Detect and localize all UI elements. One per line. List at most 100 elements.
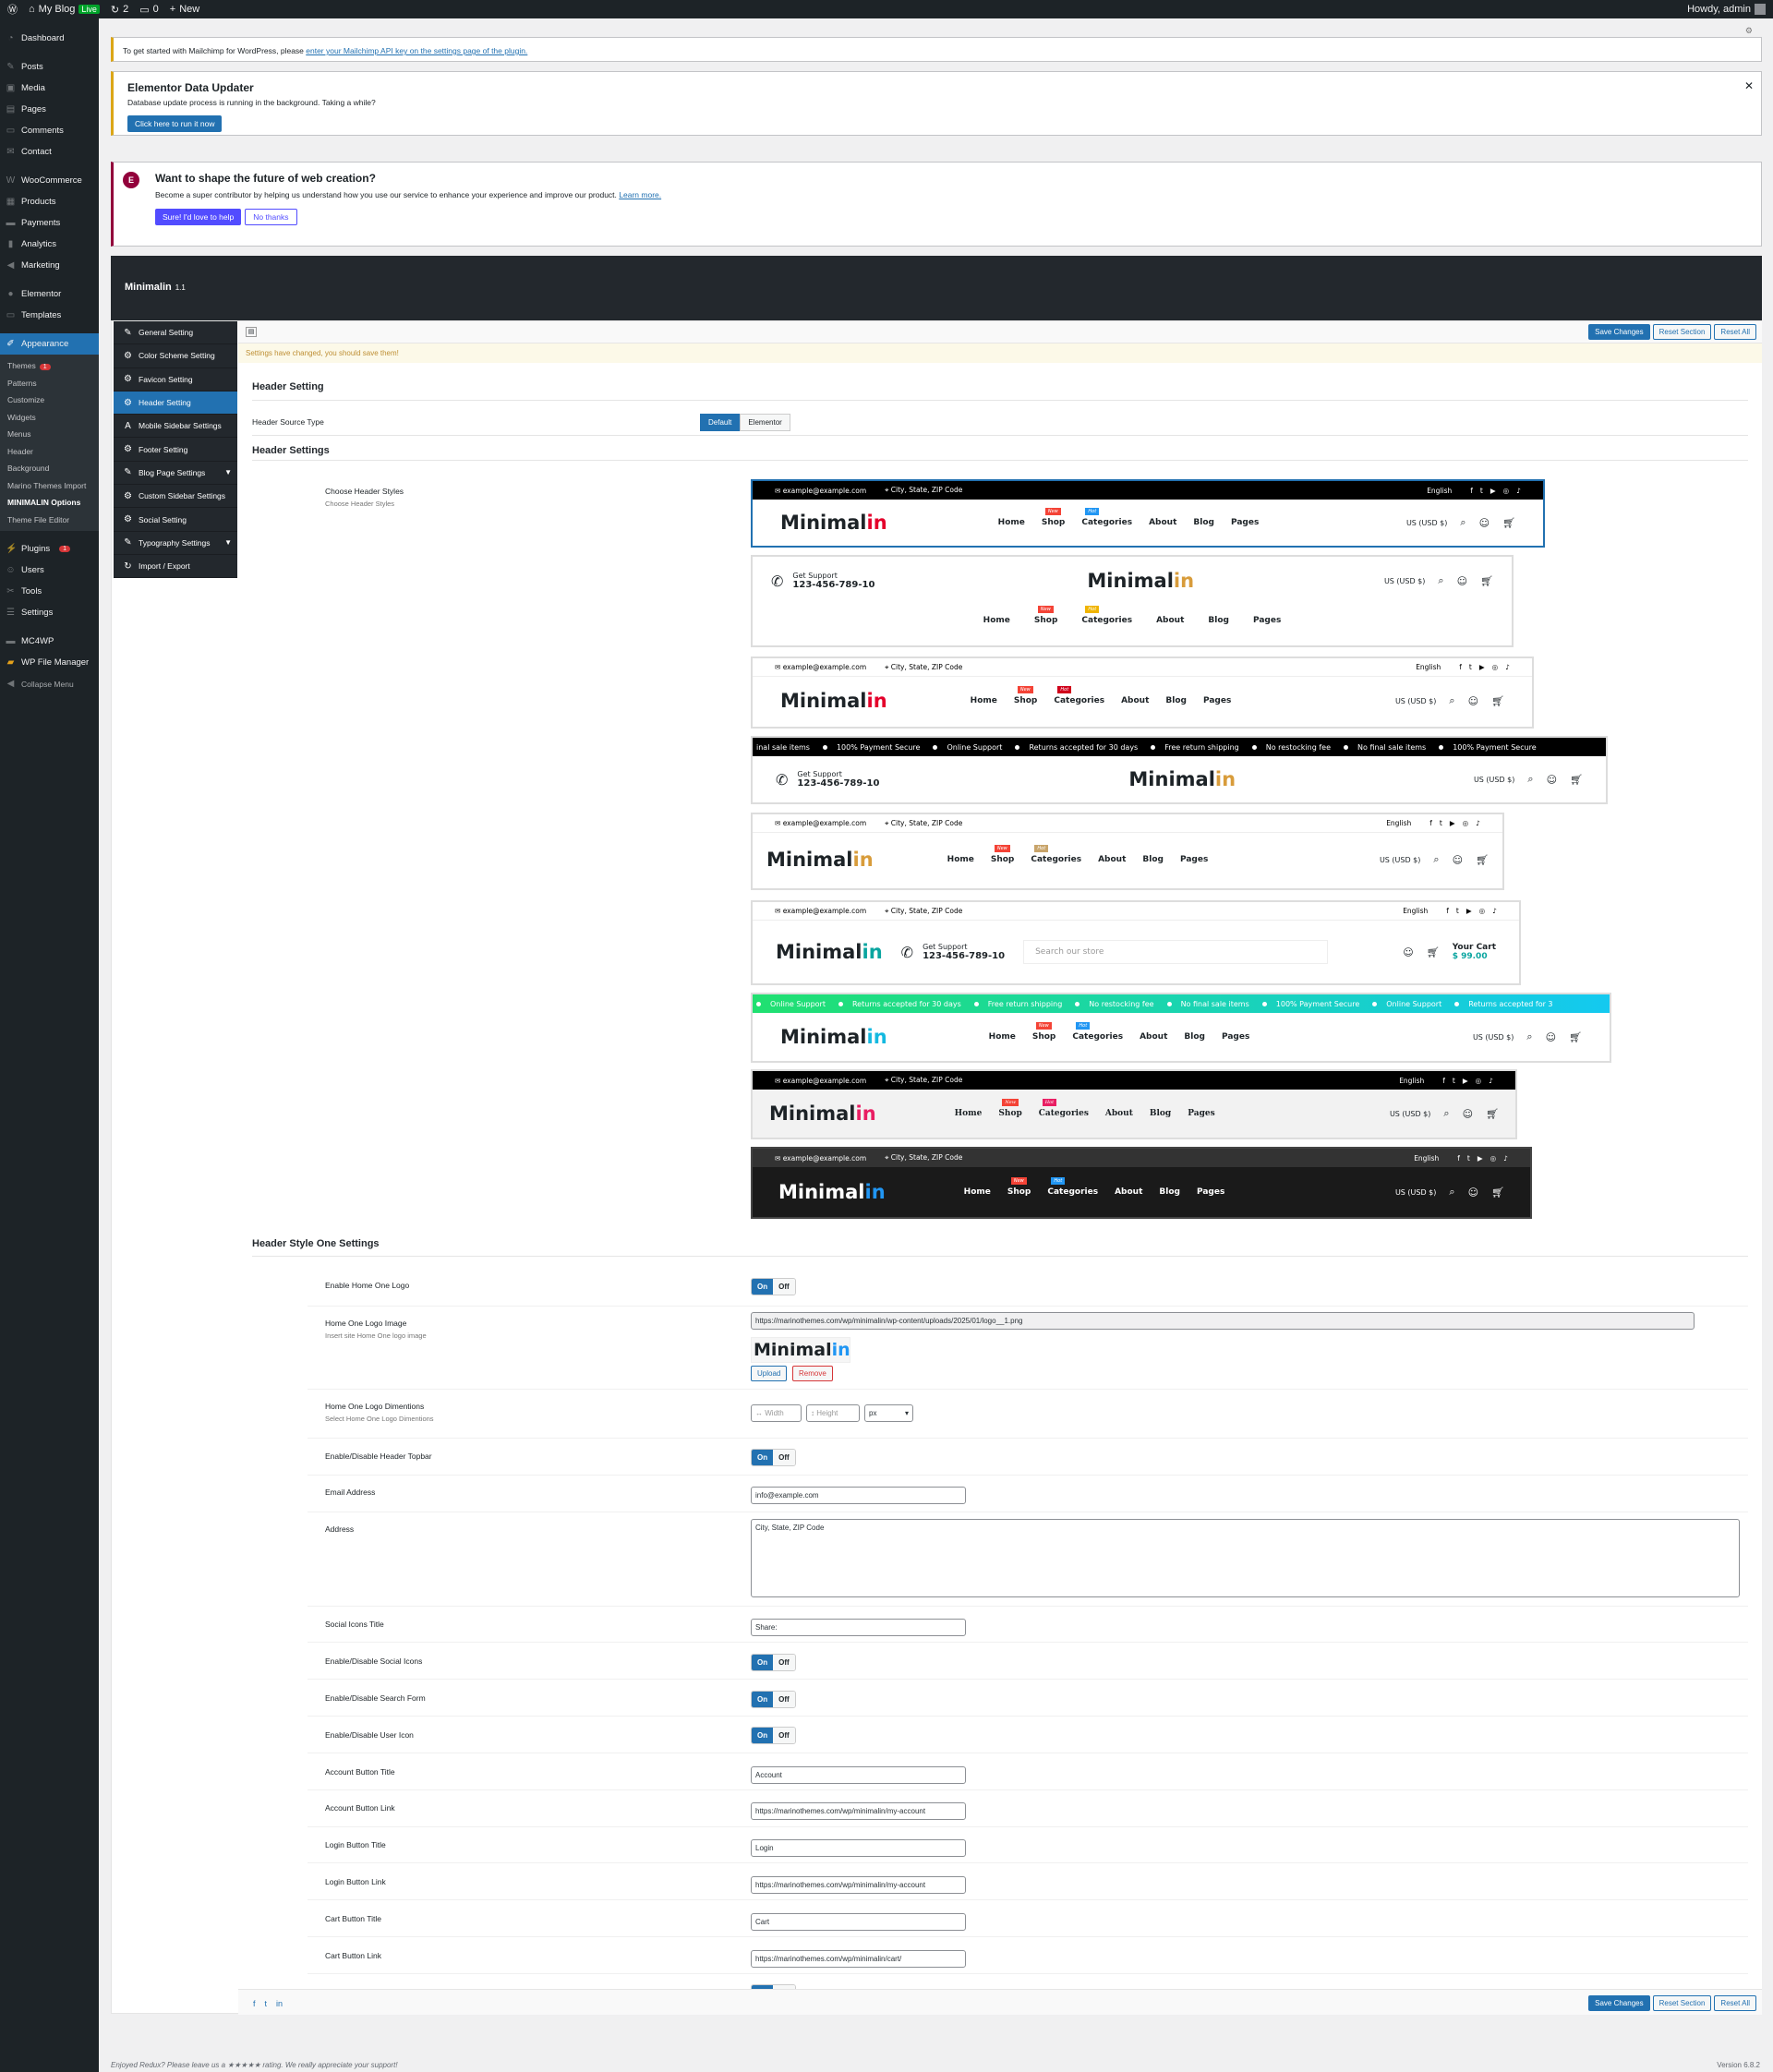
learn-more-link[interactable]: Learn more. <box>619 190 661 199</box>
search-form-toggle[interactable]: On Off <box>751 1691 796 1708</box>
option-elementor[interactable]: Elementor <box>740 414 790 431</box>
header-style-7[interactable]: Online Support Returns accepted for 30 da… <box>751 993 1611 1063</box>
address-textarea[interactable]: City, State, ZIP Code <box>751 1519 1740 1597</box>
menu-elementor[interactable]: ● Elementor <box>0 283 99 305</box>
expand-options-icon[interactable]: ▤ <box>246 327 257 337</box>
account-menu[interactable]: Howdy, admin <box>1687 4 1766 15</box>
menu-settings[interactable]: ☰ Settings <box>0 602 99 623</box>
header-style-5[interactable]: ✉ example@example.com ⌖ City, State, ZIP … <box>751 813 1504 890</box>
nav-mobile-sidebar[interactable]: A Mobile Sidebar Settings <box>114 415 237 439</box>
nav-footer-setting[interactable]: ⚙ Footer Setting <box>114 438 237 462</box>
run-updater-button[interactable]: Click here to run it now <box>127 115 223 132</box>
toggle-on[interactable]: On <box>752 1655 774 1670</box>
upload-button[interactable]: Upload <box>751 1366 788 1381</box>
submenu-marino-import[interactable]: Marino Themes Import <box>0 477 99 495</box>
login-link-input[interactable]: https://marinothemes.com/wp/minimalin/my… <box>751 1876 966 1894</box>
optin-yes-button[interactable]: Sure! I'd love to help <box>155 209 242 225</box>
menu-templates[interactable]: ▭ Templates <box>0 305 99 326</box>
header-style-8[interactable]: ✉ example@example.com ⌖ City, State, ZIP … <box>751 1069 1517 1139</box>
menu-analytics[interactable]: ▮ Analytics <box>0 234 99 255</box>
nav-general-setting[interactable]: ✎ General Setting <box>114 321 237 345</box>
screen-options-icon[interactable]: ⚙ <box>1745 26 1753 36</box>
login-title-input[interactable]: Login <box>751 1839 966 1857</box>
wp-logo-icon[interactable]: Ⓦ <box>7 2 18 17</box>
menu-wp-file-manager[interactable]: ▰ WP File Manager <box>0 652 99 673</box>
reset-section-button[interactable]: Reset Section <box>1652 324 1712 340</box>
header-style-2[interactable]: ✆ Get Support 123-456-789-10 Minimalin US… <box>751 555 1514 647</box>
nav-favicon[interactable]: ⚙ Favicon Setting <box>114 368 237 392</box>
menu-marketing[interactable]: ◀ Marketing <box>0 255 99 276</box>
nav-import-export[interactable]: ↻ Import / Export <box>114 555 237 579</box>
menu-products[interactable]: ▦ Products <box>0 191 99 212</box>
menu-pages[interactable]: ▤ Pages <box>0 99 99 120</box>
menu-users[interactable]: ☺ Users <box>0 560 99 581</box>
header-style-6[interactable]: ✉ example@example.com ⌖ City, State, ZIP … <box>751 900 1521 985</box>
save-changes-button[interactable]: Save Changes <box>1588 324 1650 340</box>
menu-payments[interactable]: ▬ Payments <box>0 212 99 234</box>
menu-posts[interactable]: ✎ Posts <box>0 56 99 78</box>
menu-media[interactable]: ▣ Media <box>0 78 99 99</box>
topbar-toggle[interactable]: On Off <box>751 1449 796 1466</box>
cart-link-input[interactable]: https://marinothemes.com/wp/minimalin/ca… <box>751 1950 966 1968</box>
submenu-themes[interactable]: Themes 1 <box>0 357 99 375</box>
menu-appearance[interactable]: ✐ Appearance <box>0 333 99 355</box>
toggle-off[interactable]: Off <box>773 1692 795 1707</box>
submenu-patterns[interactable]: Patterns <box>0 375 99 392</box>
cart-title-input[interactable]: Cart <box>751 1913 966 1931</box>
logo-height-input[interactable]: ↕ Height <box>806 1404 860 1422</box>
submenu-header[interactable]: Header <box>0 443 99 461</box>
mailchimp-settings-link[interactable]: enter your Mailchimp API key on the sett… <box>306 46 527 55</box>
twitter-icon[interactable]: t <box>265 1999 268 2008</box>
save-changes-button[interactable]: Save Changes <box>1588 1995 1650 2011</box>
submenu-widgets[interactable]: Widgets <box>0 409 99 427</box>
menu-mc4wp[interactable]: ▬ MC4WP <box>0 631 99 652</box>
menu-tools[interactable]: ✂ Tools <box>0 581 99 602</box>
toggle-on[interactable]: On <box>752 1728 774 1743</box>
submenu-minimalin-options[interactable]: MINIMALIN Options <box>0 494 99 512</box>
submenu-menus[interactable]: Menus <box>0 426 99 443</box>
toggle-on[interactable]: On <box>752 1692 774 1707</box>
user-icon-toggle[interactable]: On Off <box>751 1727 796 1744</box>
email-input[interactable]: info@example.com <box>751 1487 966 1504</box>
linkedin-icon[interactable]: in <box>276 1999 283 2008</box>
header-style-4[interactable]: inal sale items 100% Payment Secure Online… <box>751 736 1608 804</box>
submenu-background[interactable]: Background <box>0 460 99 477</box>
option-default[interactable]: Default <box>700 414 741 431</box>
toggle-off[interactable]: Off <box>773 1655 795 1670</box>
menu-plugins[interactable]: ⚡ Plugins 1 <box>0 538 99 560</box>
optin-no-button[interactable]: No thanks <box>245 209 297 225</box>
toggle-off[interactable]: Off <box>773 1279 795 1295</box>
remove-button[interactable]: Remove <box>792 1366 833 1381</box>
menu-dashboard[interactable]: ◔ Dashboard <box>0 28 99 49</box>
nav-blog-page[interactable]: ✎ Blog Page Settings ▼ <box>114 462 237 486</box>
menu-woocommerce[interactable]: W WooCommerce <box>0 170 99 191</box>
social-icons-toggle[interactable]: On Off <box>751 1654 796 1671</box>
reset-all-button[interactable]: Reset All <box>1714 324 1756 340</box>
submenu-theme-file-editor[interactable]: Theme File Editor <box>0 512 99 529</box>
logo-width-input[interactable]: ↔ Width <box>751 1404 802 1422</box>
close-icon[interactable]: ✕ <box>1744 79 1754 92</box>
social-title-input[interactable]: Share: <box>751 1619 966 1636</box>
account-title-input[interactable]: Account <box>751 1766 966 1784</box>
toggle-on[interactable]: On <box>752 1450 774 1465</box>
updates-link[interactable]: ↻ 2 <box>111 4 128 16</box>
account-link-input[interactable]: https://marinothemes.com/wp/minimalin/my… <box>751 1802 966 1820</box>
menu-comments[interactable]: ▭ Comments <box>0 120 99 141</box>
facebook-icon[interactable]: f <box>253 1999 256 2008</box>
logo-url-input[interactable]: https://marinothemes.com/wp/minimalin/wp… <box>751 1312 1695 1330</box>
nav-header-setting[interactable]: ⚙ Header Setting <box>114 391 237 416</box>
toggle-off[interactable]: Off <box>773 1728 795 1743</box>
site-name[interactable]: ⌂ My Blog Live <box>29 4 100 15</box>
header-style-1[interactable]: ✉ example@example.com ⌖ City, State, ZIP … <box>751 479 1545 548</box>
new-link[interactable]: + New <box>170 4 199 15</box>
header-style-9[interactable]: ✉ example@example.com ⌖ City, State, ZIP … <box>751 1147 1532 1219</box>
reset-all-button[interactable]: Reset All <box>1714 1995 1756 2011</box>
logo-unit-select[interactable]: px ▾ <box>864 1404 913 1422</box>
nav-social[interactable]: ⚙ Social Setting <box>114 508 237 532</box>
toggle-off[interactable]: Off <box>773 1450 795 1465</box>
toggle-on[interactable]: On <box>752 1279 774 1295</box>
collapse-menu[interactable]: ◀ Collapse Menu <box>0 673 99 694</box>
reset-section-button[interactable]: Reset Section <box>1652 1995 1712 2011</box>
menu-contact[interactable]: ✉ Contact <box>0 141 99 163</box>
submenu-customize[interactable]: Customize <box>0 392 99 409</box>
